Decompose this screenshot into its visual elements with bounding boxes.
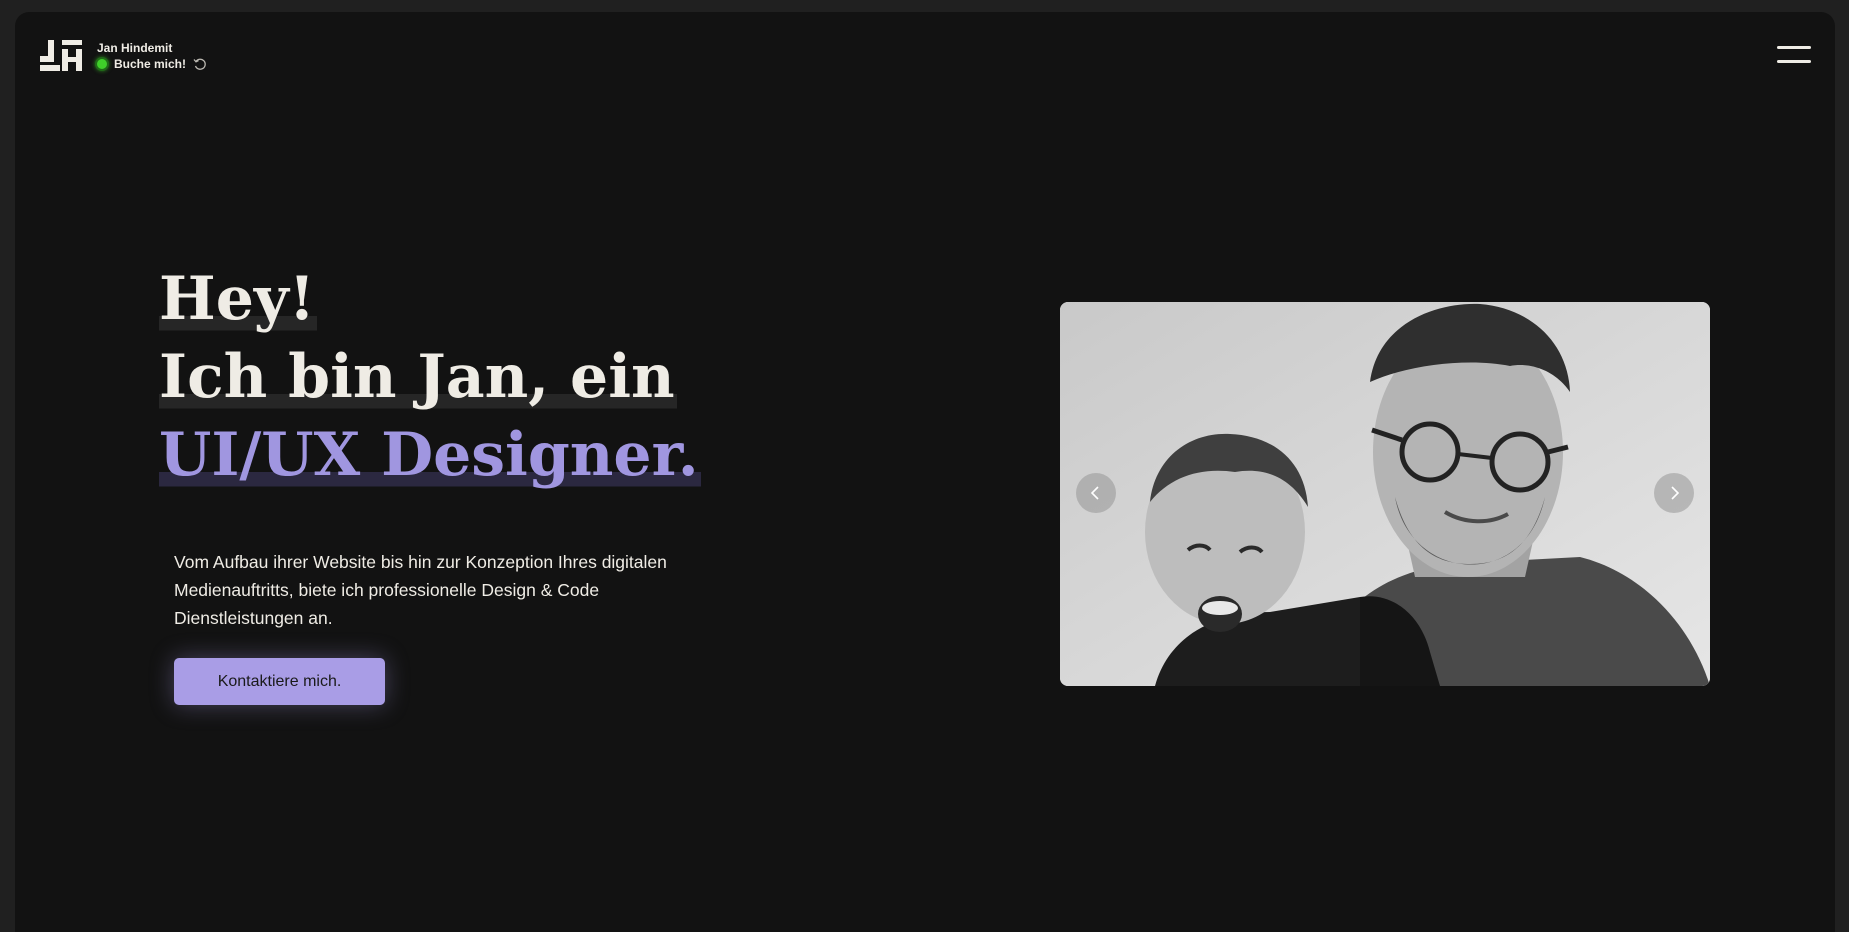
brand-text: Jan Hindemit Buche mich! [95,40,207,71]
carousel-next-button[interactable] [1654,473,1694,513]
hamburger-menu-icon[interactable] [1777,46,1811,68]
refresh-icon [193,57,207,71]
page-frame: Jan Hindemit Buche mich! Hey! Ich bin Ja… [15,12,1835,932]
contact-button[interactable]: Kontaktiere mich. [174,658,385,705]
availability-status[interactable]: Buche mich! [95,56,207,71]
chevron-left-icon [1090,486,1099,500]
carousel-prev-button[interactable] [1076,473,1116,513]
status-indicator [95,56,109,71]
jh-monogram-logo[interactable] [40,40,82,71]
hero-title: Hey! Ich bin Jan, ein UI/UX Designer. [159,260,701,494]
hero-description: Vom Aufbau ihrer Website bis hin zur Kon… [174,552,667,628]
brand[interactable]: Jan Hindemit Buche mich! [40,40,207,71]
hero-line-role: UI/UX Designer. [159,420,701,490]
hero-line-intro: Ich bin Jan, ein [159,342,677,412]
hero-line-greeting: Hey! [159,264,318,334]
brand-name: Jan Hindemit [97,40,173,55]
chevron-right-icon [1671,486,1680,500]
portrait-photo [1060,302,1710,686]
status-label: Buche mich! [114,56,187,71]
photo-carousel[interactable] [1060,302,1710,686]
